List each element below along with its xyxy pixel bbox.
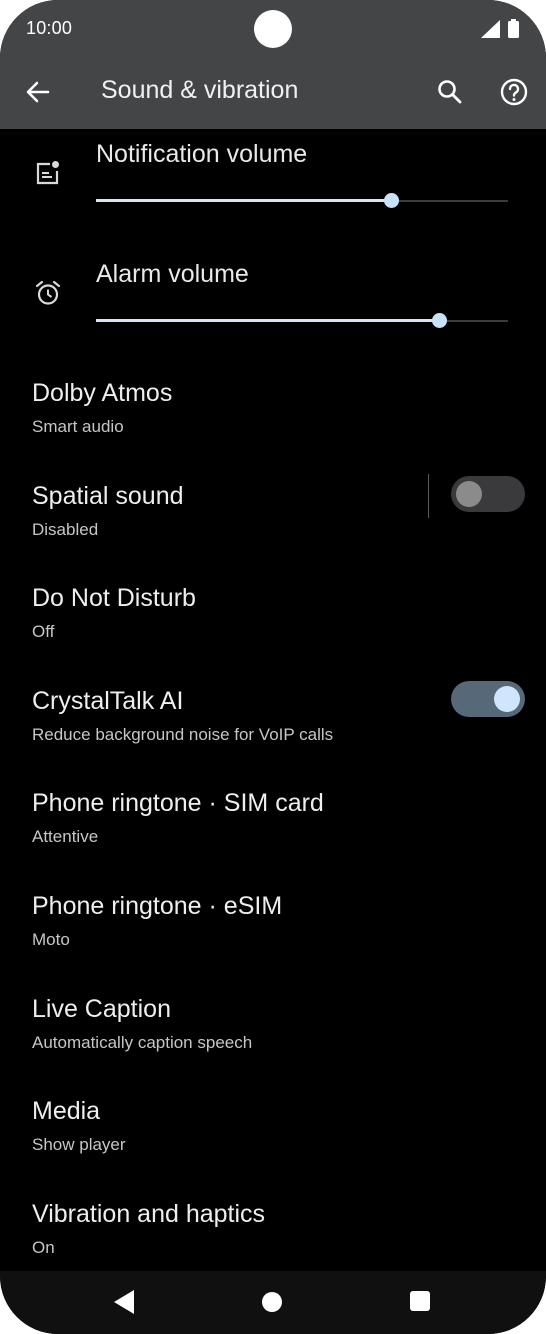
item-title: Phone ringtone · eSIM: [32, 892, 283, 920]
toggle-knob: [494, 686, 520, 712]
notification-icon: [36, 161, 59, 185]
item-title: Live Caption: [32, 995, 171, 1023]
help-circle-icon[interactable]: [496, 74, 532, 110]
nav-home-icon[interactable]: [262, 1292, 282, 1312]
slider-thumb[interactable]: [384, 193, 400, 208]
crystaltalk-toggle[interactable]: [451, 681, 525, 717]
list-item-vibration-haptics[interactable]: Vibration and haptics On: [0, 1200, 546, 1271]
slider-fill: [96, 319, 440, 322]
item-title: Media: [32, 1097, 101, 1125]
notification-volume-row: Notification volume: [0, 129, 546, 239]
item-title: Phone ringtone · SIM card: [32, 789, 324, 817]
list-item-live-caption[interactable]: Live Caption Automatically caption speec…: [0, 995, 546, 1097]
app-bar: Sound & vibration: [0, 58, 546, 129]
signal-icon: [481, 20, 500, 38]
navigation-bar: [0, 1271, 546, 1334]
list-item-spatial-sound[interactable]: Spatial sound Disabled: [0, 474, 546, 584]
item-divider: [428, 474, 429, 518]
alarm-volume-label: Alarm volume: [96, 260, 249, 288]
alarm-volume-row: Alarm volume: [0, 249, 546, 359]
item-subtitle: Smart audio: [32, 417, 124, 436]
toggle-knob: [456, 481, 482, 507]
item-title: Vibration and haptics: [32, 1200, 266, 1228]
arrow-left-icon[interactable]: [20, 74, 56, 110]
status-bar: 10:00: [0, 0, 546, 58]
slider-thumb[interactable]: [432, 313, 448, 328]
item-title: Do Not Disturb: [32, 584, 196, 612]
status-time: 10:00: [26, 18, 73, 38]
item-subtitle: Attentive: [32, 827, 99, 846]
page-title: Sound & vibration: [101, 76, 299, 104]
item-title: Spatial sound: [32, 482, 184, 510]
phone-screen: 10:00 Sound & vibration Notification vol…: [0, 0, 546, 1334]
item-subtitle: On: [32, 1238, 55, 1257]
item-title: CrystalTalk AI: [32, 687, 184, 715]
list-item-dolby-atmos[interactable]: Dolby Atmos Smart audio: [0, 379, 546, 481]
list-item-media[interactable]: Media Show player: [0, 1097, 546, 1199]
list-item-ringtone-esim[interactable]: Phone ringtone · eSIM Moto: [0, 892, 546, 994]
nav-recents-icon[interactable]: [410, 1291, 430, 1311]
item-subtitle: Automatically caption speech: [32, 1033, 253, 1052]
item-subtitle: Reduce background noise for VoIP calls: [32, 725, 334, 744]
item-subtitle: Off: [32, 622, 55, 641]
list-item-crystaltalk-ai[interactable]: CrystalTalk AI Reduce background noise f…: [0, 681, 546, 789]
search-icon[interactable]: [432, 74, 468, 110]
slider-fill: [96, 199, 392, 202]
notification-volume-label: Notification volume: [96, 140, 308, 168]
notification-volume-slider[interactable]: [96, 191, 508, 211]
item-subtitle: Show player: [32, 1135, 126, 1154]
battery-icon: [508, 19, 519, 38]
alarm-volume-slider[interactable]: [96, 311, 508, 331]
list-item-ringtone-sim[interactable]: Phone ringtone · SIM card Attentive: [0, 789, 546, 891]
settings-list: Notification volume Alarm volume Dolby A…: [0, 129, 546, 1271]
nav-back-icon[interactable]: [112, 1289, 136, 1315]
camera-cutout: [254, 10, 292, 48]
list-item-do-not-disturb[interactable]: Do Not Disturb Off: [0, 584, 546, 686]
item-subtitle: Disabled: [32, 520, 99, 539]
spatial-sound-toggle[interactable]: [451, 476, 525, 512]
alarm-clock-icon: [35, 280, 61, 305]
item-subtitle: Moto: [32, 930, 70, 949]
item-title: Dolby Atmos: [32, 379, 173, 407]
